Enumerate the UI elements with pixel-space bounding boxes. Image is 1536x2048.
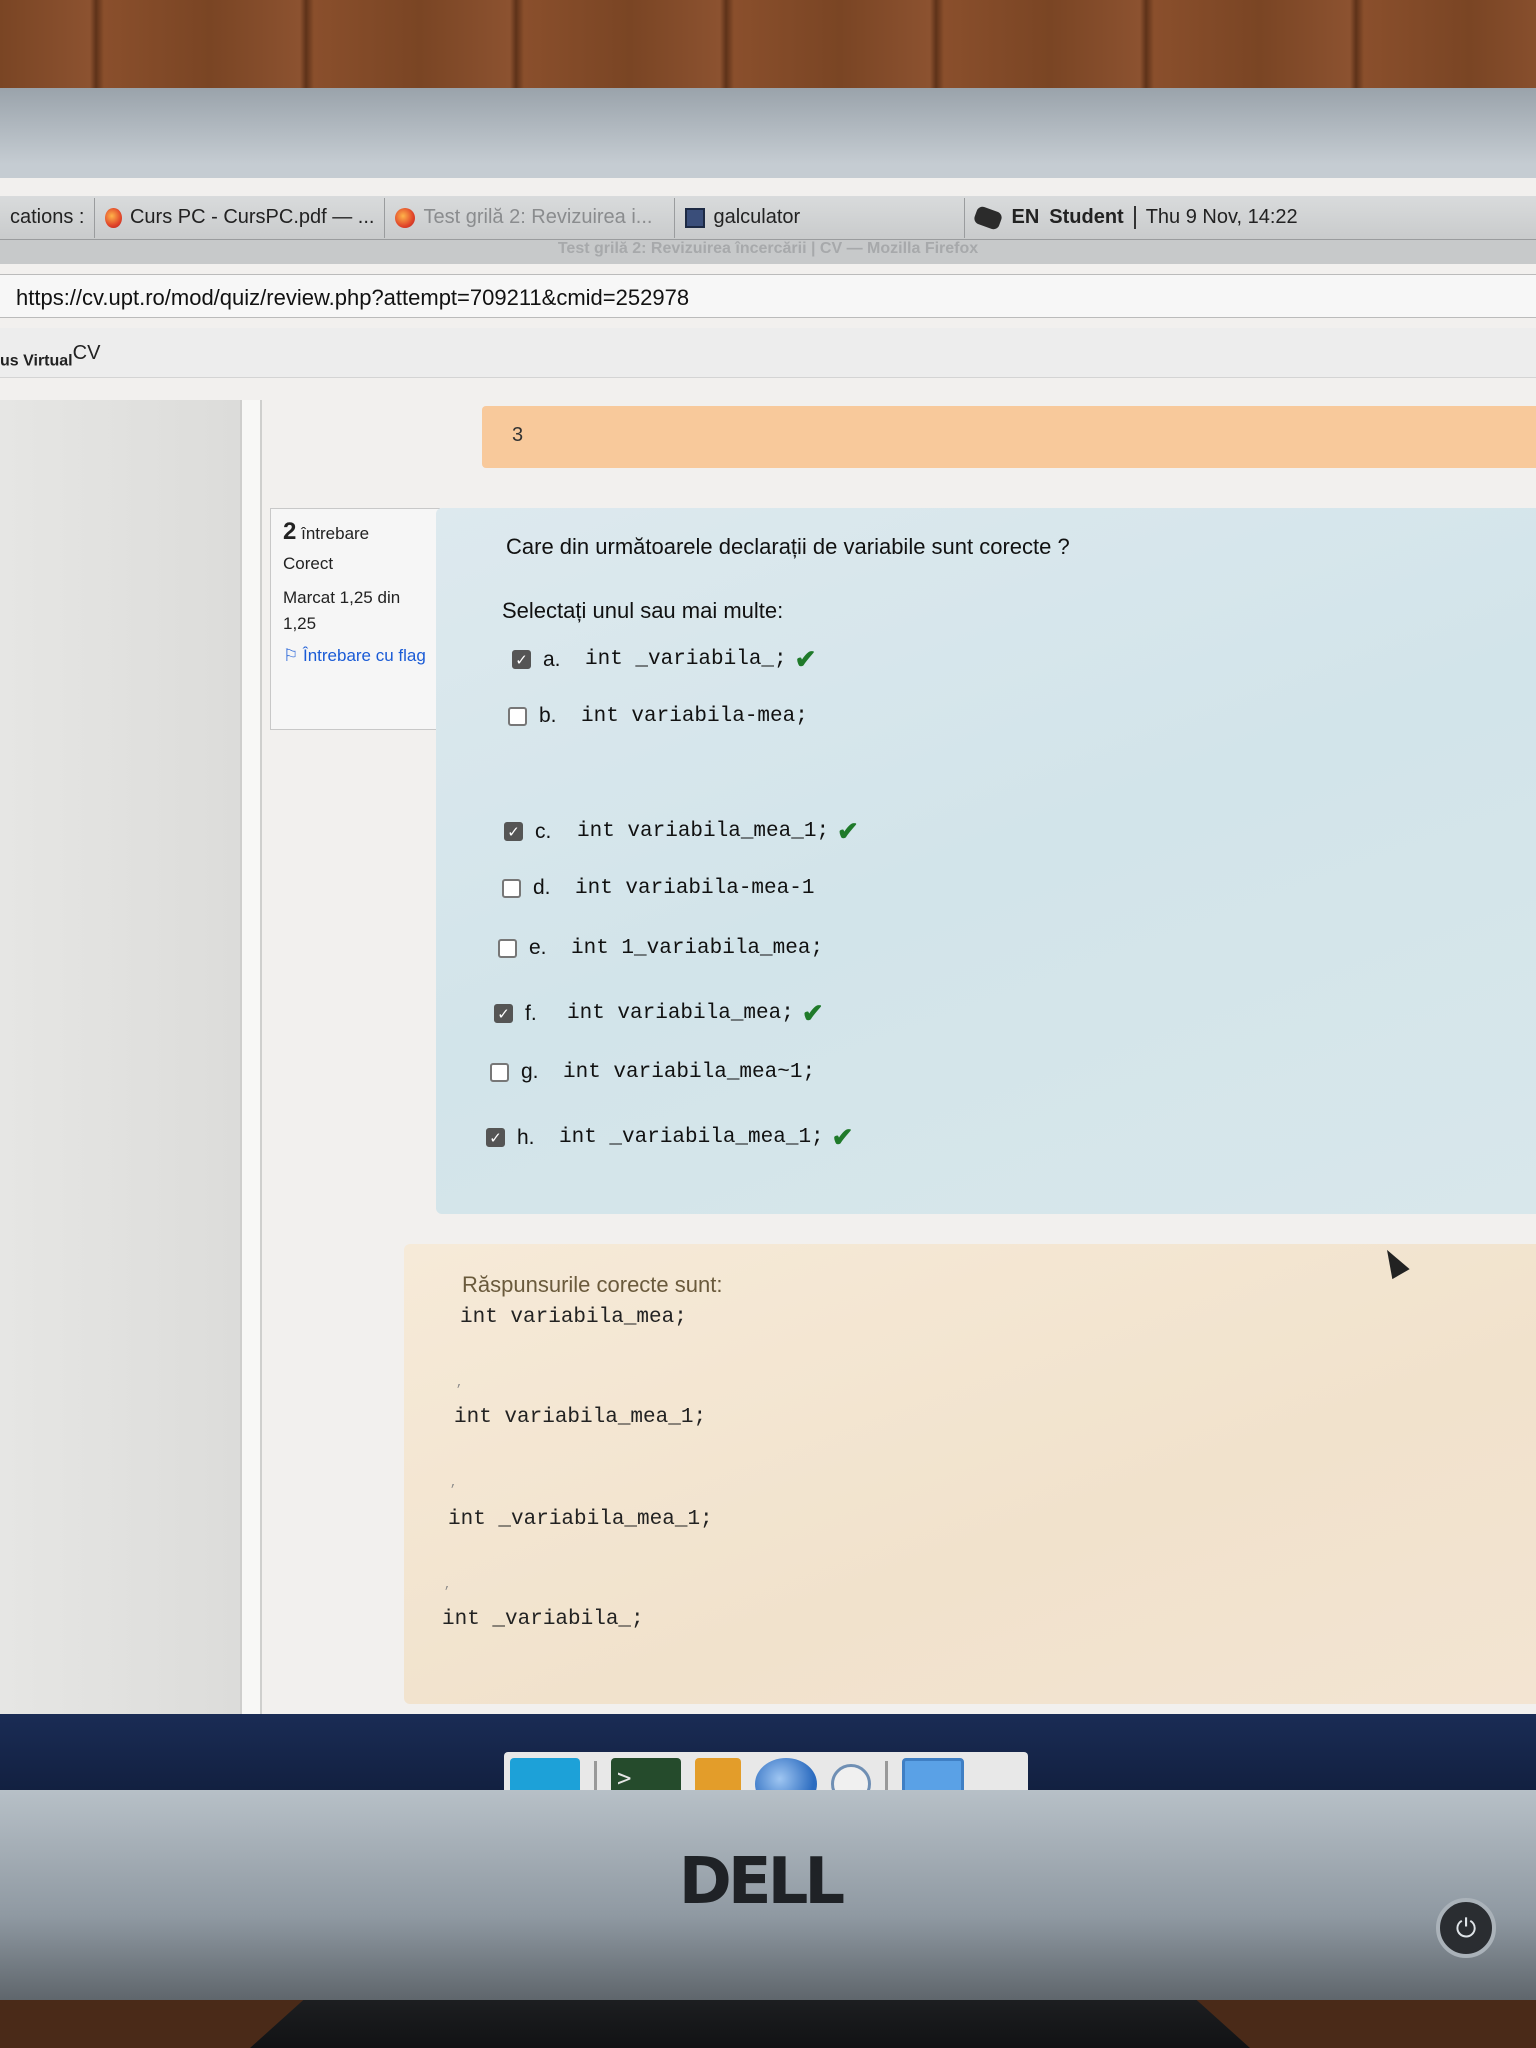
correct-answer-line: int variabila_mea_1; — [454, 1406, 707, 1429]
question-state: Corect — [283, 554, 334, 573]
summary-value: 3 — [512, 424, 524, 446]
option-code: int variabila-mea; — [581, 704, 808, 728]
question-text: Care din următoarele declarații de varia… — [506, 534, 1070, 559]
option-letter: e. — [529, 936, 547, 959]
taskbar-window-quiz[interactable]: Test grilă 2: Revizuirea i... — [385, 197, 676, 238]
question-prompt: Selectați unul sau mai multe: — [502, 598, 784, 623]
option-code: int variabila_mea; — [567, 1002, 794, 1025]
checkbox[interactable] — [502, 878, 521, 898]
taskbar-window-label: Curs PC - CursPC.pdf — ... — [129, 206, 375, 228]
question-label: întrebare — [301, 524, 370, 543]
checkbox[interactable] — [508, 706, 527, 726]
option-a[interactable]: ✓ a. int _variabila_; ✔ — [512, 644, 816, 675]
option-code: int _variabila_mea_1; — [559, 1126, 824, 1149]
url-bar[interactable]: https://cv.upt.ro/mod/quiz/review.php?at… — [0, 274, 1536, 318]
option-code: int 1_variabila_mea; — [571, 936, 824, 960]
firefox-icon — [395, 207, 416, 228]
option-letter: c. — [535, 819, 552, 843]
option-f[interactable]: ✓ f. int variabila_mea; ✔ — [494, 998, 824, 1029]
flag-icon: ⚐ — [283, 646, 303, 665]
checkbox-checked[interactable]: ✓ — [494, 1004, 513, 1023]
question-number-line: 2 întrebare — [283, 519, 429, 547]
site-header: us VirtualCV — [0, 328, 1536, 378]
checkbox-checked[interactable]: ✓ — [512, 650, 531, 669]
answer-separator: , — [450, 1476, 458, 1490]
correct-answer-line: int _variabila_mea_1; — [448, 1508, 713, 1531]
option-h[interactable]: ✓ h. int _variabila_mea_1; ✔ — [486, 1122, 853, 1153]
question-info: 2 întrebare Corect Marcat 1,25 din 1,25 … — [270, 508, 440, 730]
taskbar-window-pdf[interactable]: Curs PC - CursPC.pdf — ... — [95, 197, 386, 238]
flag-question-link[interactable]: ⚐ Întrebare cu flag — [283, 643, 429, 669]
option-letter: b. — [539, 704, 557, 727]
taskbar-window-label: galculator — [713, 206, 801, 228]
taskbar-status: EN Student — [965, 204, 1133, 231]
flag-question-label: Întrebare cu flag — [302, 646, 426, 665]
answer-separator: , — [444, 1578, 452, 1592]
checkbox-checked[interactable]: ✓ — [504, 822, 523, 841]
taskbar-window-calculator[interactable]: galculator — [675, 197, 966, 238]
option-letter: f. — [525, 1001, 537, 1025]
option-d[interactable]: d. int variabila-mea-1 — [502, 876, 814, 900]
option-code: int _variabila_; — [585, 648, 787, 671]
correct-check-icon: ✔ — [831, 1122, 854, 1152]
correct-check-icon: ✔ — [801, 998, 824, 1028]
background-wall — [0, 0, 1536, 100]
correct-check-icon: ✔ — [837, 816, 859, 846]
monitor-brand-logo: DELL — [678, 1845, 845, 1919]
left-rail — [240, 400, 262, 1800]
summary-bar: 3 — [482, 406, 1536, 468]
correct-answer-line: int variabila_mea; — [460, 1306, 687, 1329]
option-letter: d. — [533, 876, 551, 899]
option-letter: a. — [543, 647, 561, 671]
taskbar-window-label: Test grilă 2: Revizuirea i... — [423, 206, 653, 228]
option-e[interactable]: e. int 1_variabila_mea; — [498, 936, 823, 960]
taskbar-applications-label: cations : — [10, 206, 85, 228]
left-column — [0, 400, 240, 1800]
calculator-icon — [685, 207, 706, 228]
option-letter: h. — [517, 1125, 535, 1149]
checkbox-checked[interactable]: ✓ — [486, 1128, 505, 1147]
site-name[interactable]: us Virtual — [0, 352, 73, 369]
checkbox[interactable] — [498, 938, 517, 958]
url-text: https://cv.upt.ro/mod/quiz/review.php?at… — [16, 285, 690, 310]
option-c[interactable]: ✓ c. int variabila_mea_1; ✔ — [504, 816, 859, 847]
option-code: int variabila-mea-1 — [575, 876, 815, 900]
correct-check-icon: ✔ — [794, 644, 817, 674]
option-code: int variabila_mea_1; — [577, 820, 830, 843]
screen: cations : Curs PC - CursPC.pdf — ... Tes… — [0, 178, 1536, 1828]
question-marks: Marcat 1,25 din 1,25 — [283, 588, 401, 633]
clock[interactable]: Thu 9 Nov, 14:22 — [1133, 206, 1308, 229]
terminal-prompt: >_ — [617, 1764, 646, 1792]
firefox-icon — [105, 207, 122, 228]
taskbar-applications[interactable]: cations : — [0, 197, 96, 238]
power-button[interactable]: ⏻ — [1436, 1898, 1496, 1958]
site-logo: CV — [72, 342, 101, 364]
option-b[interactable]: b. int variabila-mea; — [508, 704, 808, 728]
window-title: Test grilă 2: Revizuirea încercării | CV… — [0, 240, 1536, 264]
question-number: 2 — [283, 518, 297, 545]
keyboard-layout[interactable]: EN — [1011, 206, 1039, 229]
option-g[interactable]: g. int variabila_mea~1; — [490, 1060, 815, 1084]
correct-answer-line: int _variabila_; — [442, 1608, 644, 1631]
top-taskbar: cations : Curs PC - CursPC.pdf — ... Tes… — [0, 196, 1536, 240]
keyboard-icon — [973, 204, 1004, 231]
correct-answers-title: Răspunsurile corecte sunt: — [462, 1272, 723, 1297]
option-letter: g. — [521, 1060, 539, 1083]
user-name[interactable]: Student — [1049, 206, 1123, 229]
option-code: int variabila_mea~1; — [563, 1060, 816, 1084]
checkbox[interactable] — [490, 1062, 509, 1082]
answer-separator: , — [456, 1376, 464, 1390]
